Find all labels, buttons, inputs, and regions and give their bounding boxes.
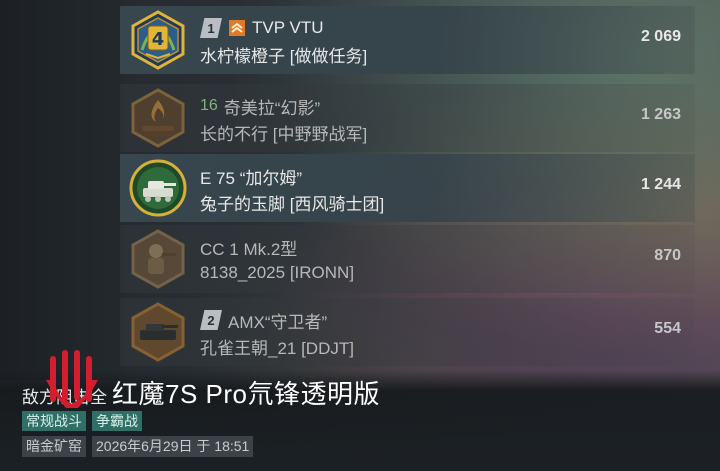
tag-battle-type: 常规战斗	[22, 411, 86, 431]
player-name: 8138_2025 [IRONN]	[200, 263, 355, 282]
red-magic-logo-icon	[46, 350, 98, 408]
battle-meta: 暗金矿窑 2026年6月29日 于 18:51	[22, 436, 254, 457]
battle-datetime: 2026年6月29日 于 18:51	[92, 436, 254, 457]
rank-badge: 16	[200, 97, 218, 114]
player-name: 孔雀王朝_21 [DDJT]	[200, 338, 354, 358]
chevron-rank-icon	[229, 20, 245, 36]
tank-name: TVP VTU	[252, 18, 324, 37]
tank-name: 奇美拉“幻影”	[223, 98, 321, 118]
map-name: 暗金矿窑	[22, 436, 86, 457]
player-name: 兔子的玉脚 [西风骑士团]	[200, 194, 385, 214]
watermark-text: 红魔7S Pro氘锋透明版	[112, 379, 380, 409]
tank-badge-icon	[128, 158, 188, 218]
player-row-2[interactable]: 16 奇美拉“幻影” 长的不行 [中野野战军] 1 263	[120, 84, 695, 152]
svg-text:4: 4	[152, 29, 165, 50]
player-score: 1 263	[640, 106, 681, 123]
soldier-badge-icon	[128, 229, 188, 289]
player-score: 1 244	[640, 176, 681, 193]
tank-name: E 75 “加尔姆”	[200, 168, 303, 188]
player-row-5[interactable]: 2 AMX“守卫者” 孔雀王朝_21 [DDJT] 554	[120, 298, 695, 366]
left-panel-shade	[0, 0, 125, 380]
player-name: 长的不行 [中野野战军]	[200, 124, 368, 144]
rank-badge: 2	[200, 310, 222, 330]
player-row-1[interactable]: 4 1 TVP VTU 水柠檬橙子 [做做任务] 2 069	[120, 6, 695, 74]
tag-game-mode: 争霸战	[92, 411, 142, 431]
player-row-4[interactable]: CC 1 Mk.2型 8138_2025 [IRONN] 870	[120, 225, 695, 293]
player-name: 水柠檬橙子 [做做任务]	[200, 46, 368, 66]
player-score: 2 069	[640, 28, 681, 45]
tank-destroyer-badge-icon	[128, 302, 188, 362]
battle-tags: 常规战斗 争霸战	[22, 411, 142, 431]
tank-name: CC 1 Mk.2型	[200, 239, 298, 259]
tier-4-badge-icon: 4	[128, 10, 188, 70]
campfire-badge-icon	[128, 88, 188, 148]
tank-name: AMX“守卫者”	[228, 312, 328, 332]
player-row-3[interactable]: E 75 “加尔姆” 兔子的玉脚 [西风骑士团] 1 244	[120, 154, 695, 222]
rank-badge: 1	[200, 18, 222, 38]
player-score: 870	[654, 247, 681, 264]
player-score: 554	[654, 320, 681, 337]
